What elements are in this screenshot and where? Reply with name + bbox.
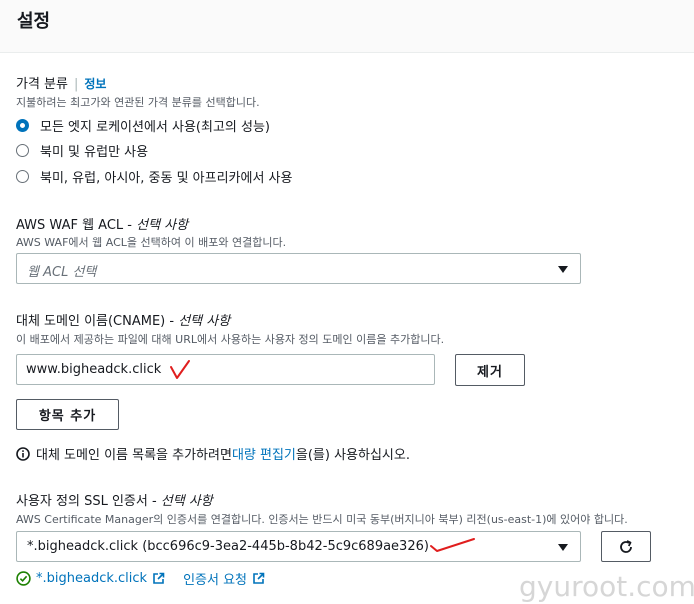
ssl-label-text: 사용자 정의 SSL 인증서 - [16,494,161,509]
bulk-editor-link[interactable]: 대량 편집기 [232,444,296,463]
price-class-description: 지불하려는 최고가와 연관된 가격 분류를 선택합니다. [16,96,260,109]
waf-label-text: AWS WAF 웹 ACL - [16,218,137,233]
cname-input[interactable]: www.bigheadck.click [16,354,435,385]
bulk-edit-note: 대체 도메인 이름 목록을 추가하려면 대량 편집기 을(를) 사용하십시오. [16,444,410,463]
ssl-certificate-value: *.bigheadck.click (bcc696c9-3ea2-445b-8b… [27,539,429,554]
caret-down-icon [558,544,568,551]
red-check-annotation-icon [170,360,190,379]
ssl-optional-text: 선택 사항 [160,494,213,509]
caret-down-icon [558,266,568,273]
success-check-icon [16,571,31,586]
info-icon [16,446,30,461]
price-class-info-link[interactable]: 정보 [84,77,106,91]
cname-label: 대체 도메인 이름(CNAME) - 선택 사항 [16,310,230,329]
red-check-annotation-icon [430,538,475,552]
waf-description: AWS WAF에서 웹 ACL을 선택하여 이 배포와 연결합니다. [16,236,287,249]
radio-label: 모든 엣지 로케이션에서 사용(최고의 성능) [40,120,270,135]
cname-description: 이 배포에서 제공하는 파일에 대해 URL에서 사용하는 사용자 정의 도메인… [16,333,445,346]
price-class-option-all[interactable]: 모든 엣지 로케이션에서 사용(최고의 성능) [16,116,270,135]
note-prefix: 대체 도메인 이름 목록을 추가하려면 [36,448,232,463]
cname-label-text: 대체 도메인 이름(CNAME) - [16,314,179,329]
refresh-icon [620,539,632,553]
radio-label: 북미, 유럽, 아시아, 중동 및 아프리카에서 사용 [40,171,293,186]
waf-optional-text: 선택 사항 [136,218,189,233]
refresh-button[interactable] [601,531,651,562]
ssl-description: AWS Certificate Manager의 인증서를 연결합니다. 인증서… [16,513,628,526]
radio-label: 북미 및 유럽만 사용 [40,145,149,160]
radio-selected-icon[interactable] [16,119,29,132]
remove-button[interactable]: 제거 [455,354,525,386]
request-certificate-link[interactable]: 인증서 요청 [183,569,247,588]
price-class-option-na-eu[interactable]: 북미 및 유럽만 사용 [16,141,148,160]
waf-acl-select[interactable]: 웹 ACL 선택 [16,253,581,284]
radio-unselected-icon[interactable] [16,170,29,183]
external-link-icon[interactable] [252,572,265,585]
radio-unselected-icon[interactable] [16,144,29,157]
settings-header: 설정 [0,0,694,53]
cname-optional-text: 선택 사항 [178,314,231,329]
ssl-certificate-select[interactable]: *.bigheadck.click (bcc696c9-3ea2-445b-8b… [16,531,581,562]
waf-acl-placeholder: 웹 ACL 선택 [27,265,97,280]
note-suffix: 을(를) 사용하십시오. [295,448,410,463]
certificate-link[interactable]: *.bigheadck.click [36,571,147,586]
price-class-label: 가격 분류 [16,77,68,92]
watermark: gyuroot.com [519,570,694,603]
external-link-icon[interactable] [152,572,165,585]
label-separator: | [73,77,79,92]
price-class-label-row: 가격 분류 | 정보 [16,73,106,92]
page-title: 설정 [17,11,51,32]
price-class-option-na-eu-asia-me-af[interactable]: 북미, 유럽, 아시아, 중동 및 아프리카에서 사용 [16,167,292,186]
add-item-button[interactable]: 항목 추가 [16,399,119,430]
ssl-label: 사용자 정의 SSL 인증서 - 선택 사항 [16,490,213,509]
certificate-links-row: *.bigheadck.click 인증서 요청 [16,569,283,588]
waf-label: AWS WAF 웹 ACL - 선택 사항 [16,214,188,233]
cname-input-value: www.bigheadck.click [26,362,162,377]
